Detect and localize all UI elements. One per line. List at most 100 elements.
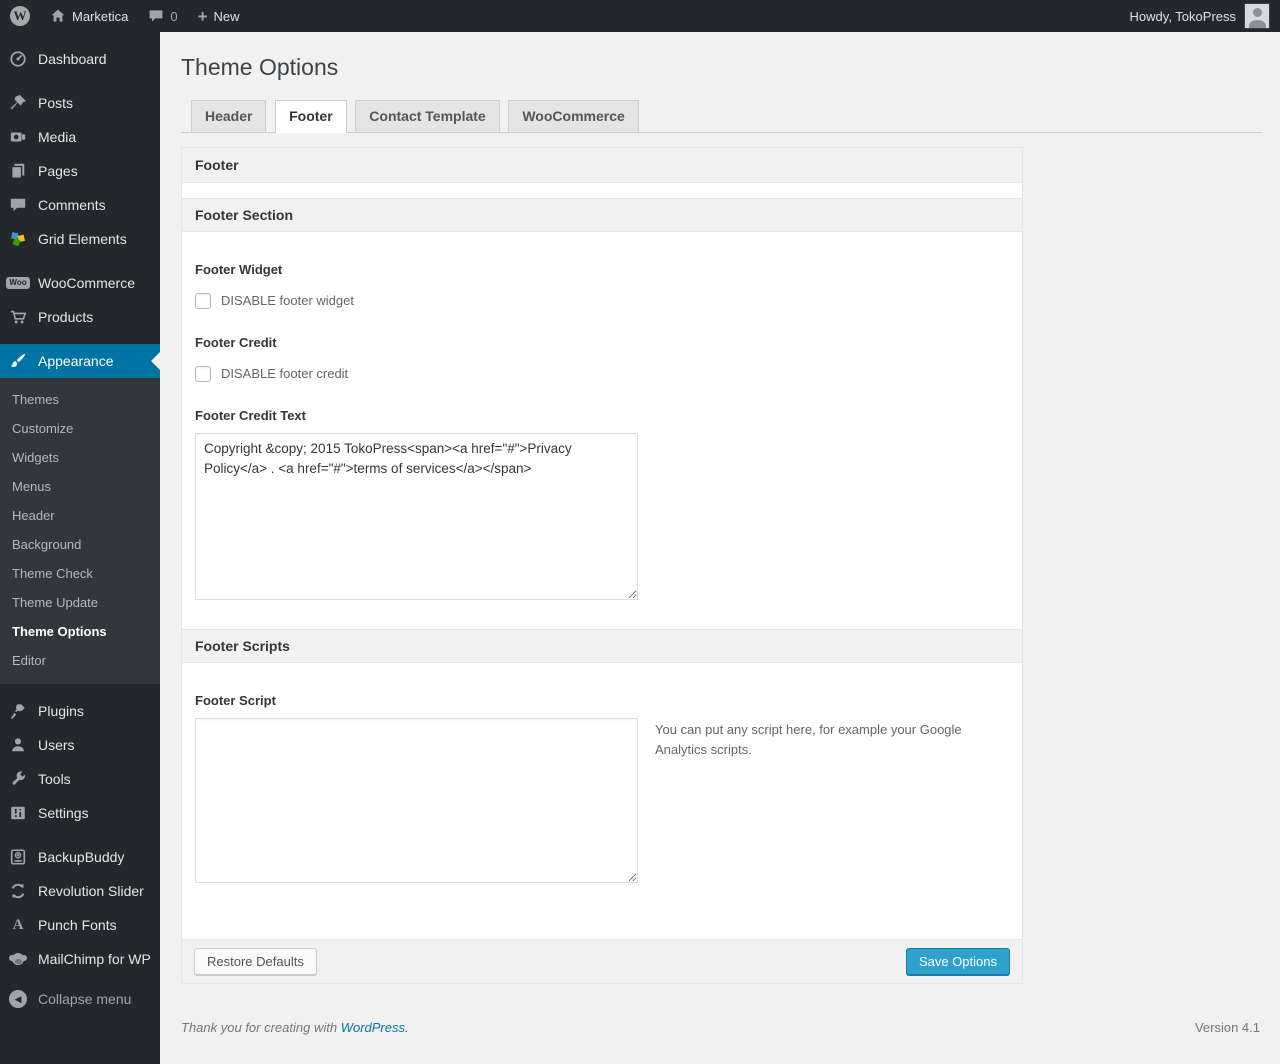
sidebar-item-tools[interactable]: Tools <box>0 762 160 796</box>
howdy-account-link[interactable]: Howdy, TokoPress <box>1130 9 1236 24</box>
version-label: Version 4.1 <box>1194 1019 1260 1035</box>
sidebar-item-collapse-menu[interactable]: ◀ Collapse menu <box>0 982 160 1016</box>
footer-script-textarea[interactable] <box>195 717 638 883</box>
new-content-menu[interactable]: + New <box>188 0 250 32</box>
wordpress-link[interactable]: WordPress. <box>341 1020 409 1035</box>
sidebar-item-pages[interactable]: Pages <box>0 154 160 188</box>
sidebar-item-grid-elements[interactable]: Grid Elements <box>0 222 160 256</box>
disable-footer-credit-checkbox[interactable] <box>195 365 211 382</box>
footer-credit-checkbox-row: DISABLE footer credit <box>195 365 1009 382</box>
footer-widget-checkbox-row: DISABLE footer widget <box>195 292 1009 309</box>
sidebar-item-posts[interactable]: Posts <box>0 86 160 120</box>
submenu-item-theme-check[interactable]: Theme Check <box>0 559 160 588</box>
plus-icon: + <box>197 6 208 26</box>
sidebar-item-label: MailChimp for WP <box>38 951 151 967</box>
sidebar-item-label: Comments <box>38 197 106 213</box>
sidebar-item-mailchimp[interactable]: MailChimp for WP <box>0 942 160 976</box>
submenu-item-themes[interactable]: Themes <box>0 385 160 414</box>
sidebar-item-label: Appearance <box>38 353 114 369</box>
sidebar-item-label: Users <box>38 737 75 753</box>
footer-script-help-text: You can put any script here, for example… <box>655 721 962 758</box>
sidebar-item-appearance[interactable]: Appearance <box>0 344 160 378</box>
page-title: Theme Options <box>181 54 339 80</box>
footer-script-label: Footer Script <box>195 692 276 708</box>
tab-footer[interactable]: Footer <box>275 99 347 133</box>
disable-footer-widget-label: DISABLE footer widget <box>221 293 354 309</box>
sidebar-item-media[interactable]: Media <box>0 120 160 154</box>
refresh-icon <box>8 881 28 901</box>
sliders-icon <box>8 803 28 823</box>
submenu-item-theme-update[interactable]: Theme Update <box>0 588 160 617</box>
home-icon <box>50 8 66 24</box>
wrench-icon <box>8 769 28 789</box>
tab-contact-template[interactable]: Contact Template <box>355 99 500 132</box>
sidebar-item-label: Collapse menu <box>38 991 132 1007</box>
admin-bar-right: Howdy, TokoPress <box>1130 3 1280 29</box>
pages-icon <box>8 161 28 181</box>
wordpress-logo-icon: W <box>10 6 30 26</box>
sidebar-item-label: Grid Elements <box>38 231 127 247</box>
save-options-button[interactable]: Save Options <box>905 947 1010 975</box>
submenu-item-theme-options[interactable]: Theme Options <box>0 617 160 646</box>
admin-footer: Thank you for creating with WordPress. V… <box>160 984 1280 1035</box>
tab-bar: Header Footer Contact Template WooCommer… <box>181 99 1262 133</box>
cart-icon <box>8 307 28 327</box>
footer-script-row: You can put any script here, for example… <box>195 708 1009 883</box>
dashboard-icon <box>8 49 28 69</box>
admin-bar-left: W Marketica 0 + New <box>0 0 250 32</box>
site-name-label: Marketica <box>72 8 129 24</box>
sidebar-item-punch-fonts[interactable]: A Punch Fonts <box>0 908 160 942</box>
sidebar-item-woocommerce[interactable]: Woo WooCommerce <box>0 266 160 300</box>
main-content: Theme Options Header Footer Contact Temp… <box>160 0 1280 984</box>
collapse-arrow-icon: ◀ <box>8 989 28 1009</box>
sidebar-item-revolution-slider[interactable]: Revolution Slider <box>0 874 160 908</box>
sidebar-item-label: Media <box>38 129 77 145</box>
footer-credit-label: Footer Credit <box>195 334 277 350</box>
sidebar-item-settings[interactable]: Settings <box>0 796 160 830</box>
submenu-item-widgets[interactable]: Widgets <box>0 443 160 472</box>
section-header-footer-section: Footer Section <box>182 198 1022 232</box>
letter-a-icon: A <box>12 916 24 933</box>
plug-icon <box>8 701 28 721</box>
sidebar-item-label: Products <box>38 309 94 325</box>
pushpin-icon <box>8 93 28 113</box>
sidebar-item-comments[interactable]: Comments <box>0 188 160 222</box>
submenu-item-background[interactable]: Background <box>0 530 160 559</box>
section-header-footer-scripts: Footer Scripts <box>182 628 1022 663</box>
tab-woocommerce[interactable]: WooCommerce <box>508 99 639 132</box>
sidebar-item-label: Punch Fonts <box>38 917 117 933</box>
brush-icon <box>8 351 28 371</box>
footer-widget-label: Footer Widget <box>195 261 283 277</box>
footer-section-body: Footer Widget DISABLE footer widget Foot… <box>182 232 1022 629</box>
submenu-item-customize[interactable]: Customize <box>0 414 160 443</box>
sidebar-item-products[interactable]: Products <box>0 300 160 334</box>
avatar[interactable] <box>1244 3 1270 29</box>
wordpress-menu[interactable]: W <box>0 0 40 32</box>
comments-shortcut[interactable]: 0 <box>138 0 187 32</box>
panel-title: Footer <box>182 147 1022 183</box>
sidebar-item-plugins[interactable]: Plugins <box>0 694 160 728</box>
footer-credit-text-textarea[interactable]: Copyright &copy; 2015 TokoPress<span><a … <box>195 432 638 600</box>
sidebar-item-label: Plugins <box>38 703 84 719</box>
theme-options-panel: Footer Footer Section Footer Widget DISA… <box>181 146 1023 984</box>
sidebar-item-dashboard[interactable]: Dashboard <box>0 42 160 76</box>
sidebar-item-label: Revolution Slider <box>38 883 144 899</box>
panel-spacer <box>182 182 1022 199</box>
sidebar-item-users[interactable]: Users <box>0 728 160 762</box>
restore-defaults-button[interactable]: Restore Defaults <box>194 947 317 975</box>
site-name-link[interactable]: Marketica <box>40 0 138 32</box>
sidebar-item-label: Pages <box>38 163 78 179</box>
disable-footer-widget-checkbox[interactable] <box>195 292 211 309</box>
sidebar-item-label: Tools <box>38 771 71 787</box>
sidebar-item-backupbuddy[interactable]: BackupBuddy <box>0 840 160 874</box>
footer-credit-text-label: Footer Credit Text <box>195 407 306 423</box>
footer-thanks: Thank you for creating with WordPress. <box>181 1020 409 1035</box>
admin-bar: W Marketica 0 + New Howdy, TokoPress <box>0 0 1280 32</box>
submenu-item-menus[interactable]: Menus <box>0 472 160 501</box>
sidebar-item-label: Dashboard <box>38 51 107 67</box>
footer-thanks-text: Thank you for creating with <box>181 1019 341 1035</box>
submenu-item-editor[interactable]: Editor <box>0 646 160 675</box>
sidebar-item-label: Settings <box>38 805 89 821</box>
submenu-item-header[interactable]: Header <box>0 501 160 530</box>
tab-header[interactable]: Header <box>191 99 267 132</box>
